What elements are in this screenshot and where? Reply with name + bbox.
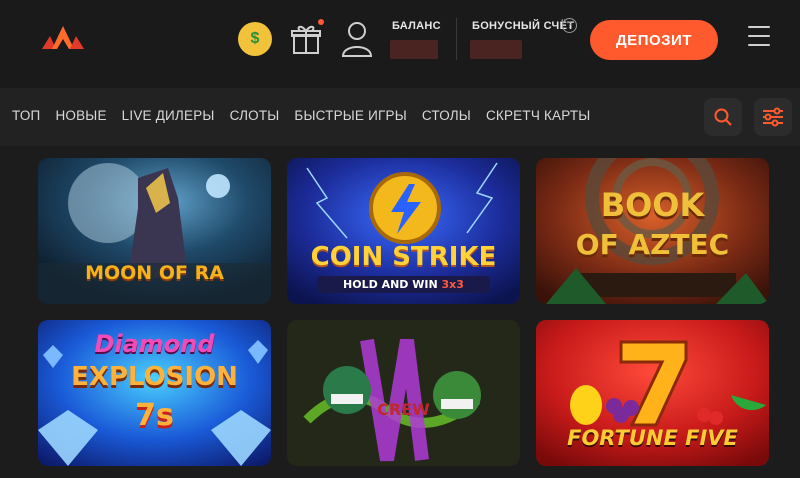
nav-item-slots[interactable]: СЛОТЫ: [230, 108, 280, 123]
logo-icon[interactable]: [40, 22, 86, 52]
search-button[interactable]: [704, 98, 742, 136]
game-title: FORTUNE FIVE: [567, 426, 738, 450]
gift-icon[interactable]: [289, 22, 323, 56]
game-tile-moon-of-ra[interactable]: MOON OF RA: [38, 158, 271, 304]
game-tile-crew[interactable]: CREW: [287, 320, 520, 466]
notification-dot: [318, 19, 324, 25]
game-tile-fortune-five[interactable]: FORTUNE FIVE: [536, 320, 769, 466]
game-title-line2: EXPLOSION: [71, 362, 238, 392]
game-title: COIN STRIKE: [310, 242, 497, 272]
game-title-line1: BOOK: [600, 186, 705, 224]
game-title-line2: OF AZTEC: [575, 228, 730, 261]
balance-label: БАЛАНС: [392, 20, 441, 32]
money-face-icon[interactable]: $: [238, 22, 272, 56]
nav-item-scratch-cards[interactable]: СКРЕТЧ КАРТЫ: [486, 108, 590, 123]
user-icon[interactable]: [340, 20, 374, 58]
game-tile-book-of-aztec[interactable]: BOOK OF AZTEC: [536, 158, 769, 304]
info-icon[interactable]: ?: [562, 18, 577, 33]
filter-icon: [763, 107, 783, 127]
game-grid: MOON OF RA COIN STRIKE HOLD AND WIN 3x3: [38, 158, 769, 478]
balance-value: [390, 40, 438, 59]
header-divider: [456, 18, 457, 60]
game-tile-coin-strike[interactable]: COIN STRIKE HOLD AND WIN 3x3: [287, 158, 520, 304]
filter-button[interactable]: [754, 98, 792, 136]
nav-items: ТОП НОВЫЕ LIVE ДИЛЕРЫ СЛОТЫ БЫСТРЫЕ ИГРЫ…: [12, 108, 605, 123]
game-title-line3: 7s: [135, 398, 174, 433]
bonus-label: БОНУСНЫЙ СЧЁТ: [472, 20, 575, 32]
game-title: MOON OF RA: [85, 262, 224, 284]
nav-item-new[interactable]: НОВЫЕ: [55, 108, 106, 123]
bonus-value: [470, 40, 522, 59]
nav-item-live-dealers[interactable]: LIVE ДИЛЕРЫ: [122, 108, 215, 123]
game-title-line1: Diamond: [94, 330, 215, 358]
game-subtitle: HOLD AND WIN 3x3: [317, 276, 490, 293]
game-artwork: [287, 320, 520, 466]
nav-item-fast-games[interactable]: БЫСТРЫЕ ИГРЫ: [294, 108, 406, 123]
menu-icon[interactable]: [748, 26, 770, 48]
money-face-glyph: $: [250, 30, 260, 47]
nav-item-top[interactable]: ТОП: [12, 108, 40, 123]
deposit-button[interactable]: ДЕПОЗИТ: [590, 20, 718, 60]
header: $ БАЛАНС БОНУСНЫЙ СЧЁТ ? ДЕПОЗИТ: [0, 0, 800, 88]
game-title: CREW: [377, 400, 430, 419]
category-nav: ТОП НОВЫЕ LIVE ДИЛЕРЫ СЛОТЫ БЫСТРЫЕ ИГРЫ…: [0, 88, 800, 146]
nav-item-tables[interactable]: СТОЛЫ: [422, 108, 471, 123]
search-icon: [714, 108, 732, 126]
game-tile-diamond-explosion[interactable]: Diamond EXPLOSION 7s: [38, 320, 271, 466]
